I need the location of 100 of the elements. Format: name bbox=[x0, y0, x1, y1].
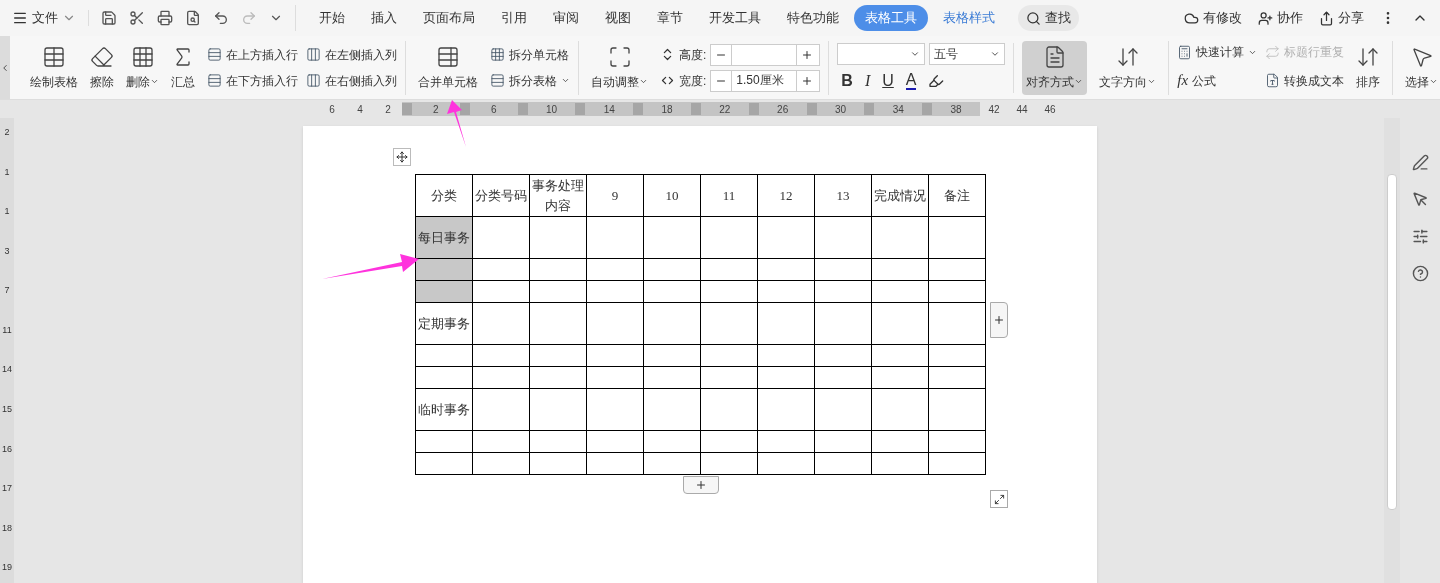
ruler-number: 19 bbox=[1, 561, 13, 575]
table-cell bbox=[472, 430, 530, 453]
ribbon-button[interactable]: 在左侧插入列 bbox=[306, 45, 397, 64]
table-cell bbox=[643, 258, 701, 281]
ribbon-tab[interactable]: 章节 bbox=[646, 5, 694, 31]
format-button[interactable]: U bbox=[882, 68, 894, 93]
ribbon-tab[interactable]: 页面布局 bbox=[412, 5, 486, 31]
table-cell bbox=[928, 216, 986, 259]
table-cell bbox=[814, 344, 872, 367]
table-cell bbox=[871, 216, 929, 259]
ribbon-button[interactable]: 排序 bbox=[1352, 40, 1385, 95]
ruler-number: 42 bbox=[987, 102, 1001, 117]
ruler-number: 38 bbox=[949, 102, 963, 117]
ruler-number: 26 bbox=[776, 102, 790, 117]
table-cell bbox=[472, 366, 530, 389]
table-cell bbox=[757, 452, 815, 475]
preview-icon[interactable] bbox=[185, 10, 201, 26]
table-cell bbox=[472, 388, 530, 431]
insert-row-icon bbox=[207, 47, 222, 62]
table-cell bbox=[757, 366, 815, 389]
eraser-icon bbox=[90, 44, 114, 69]
format-button[interactable]: A bbox=[905, 71, 917, 90]
table-cell bbox=[871, 388, 929, 431]
ribbon-button[interactable]: 对齐方式 bbox=[1022, 40, 1088, 95]
table-cell bbox=[529, 388, 587, 431]
ruler-number: 6 bbox=[489, 102, 498, 117]
ribbon-tab[interactable]: 视图 bbox=[594, 5, 642, 31]
settings-icon[interactable] bbox=[1411, 228, 1429, 245]
ribbon-tab[interactable]: 引用 bbox=[490, 5, 538, 31]
table-move-handle[interactable] bbox=[393, 148, 411, 166]
header-cell: 事务处理内容 bbox=[529, 174, 587, 217]
ribbon-tab[interactable]: 表格样式 bbox=[932, 5, 1006, 31]
ruler-number: 3 bbox=[3, 244, 11, 258]
ribbon-button[interactable]: 删除 bbox=[122, 40, 163, 95]
number-stepper[interactable]: 1.50厘米 bbox=[710, 69, 821, 92]
modified-button[interactable]: 有修改 bbox=[1184, 8, 1242, 28]
format-button[interactable]: I bbox=[864, 68, 871, 93]
help-icon[interactable] bbox=[1411, 265, 1429, 282]
ribbon-button[interactable]: 选择 bbox=[1401, 40, 1440, 95]
table-cell bbox=[586, 302, 644, 345]
ribbon-button[interactable]: 转换成文本 bbox=[1265, 69, 1345, 92]
font-size-select[interactable]: 五号 bbox=[929, 42, 1006, 65]
calculator-icon bbox=[1177, 44, 1193, 60]
ribbon-button[interactable]: 快速计算 bbox=[1177, 43, 1258, 62]
ribbon-button[interactable]: 拆分单元格 bbox=[490, 45, 570, 64]
ribbon-button[interactable]: 在上方插入行 bbox=[207, 45, 298, 64]
save-icon[interactable] bbox=[101, 10, 117, 26]
scrollbar-thumb[interactable] bbox=[1387, 174, 1397, 510]
table-cell bbox=[814, 452, 872, 475]
undo-icon[interactable] bbox=[213, 10, 229, 26]
ruler-number: 4 bbox=[356, 102, 364, 117]
table-cell bbox=[814, 258, 872, 281]
table-cell bbox=[757, 344, 815, 367]
ribbon-tab[interactable]: 特色功能 bbox=[776, 5, 850, 31]
split-cells-icon bbox=[490, 47, 505, 62]
ribbon-button[interactable]: 拆分表格 bbox=[490, 71, 570, 90]
ribbon-tab[interactable]: 开始 bbox=[308, 5, 356, 31]
table-cell bbox=[643, 280, 701, 303]
table-cell bbox=[700, 388, 758, 431]
autofit-icon bbox=[607, 44, 632, 69]
ribbon-button[interactable]: 在下方插入行 bbox=[207, 71, 298, 90]
ruler-marker bbox=[864, 103, 875, 115]
ruler-number: 18 bbox=[660, 102, 674, 117]
ribbon-button[interactable]: 绘制表格 bbox=[26, 40, 82, 95]
table-cell bbox=[700, 344, 758, 367]
ribbon-tab[interactable]: 插入 bbox=[360, 5, 408, 31]
ribbon-button[interactable]: 自动调整 bbox=[587, 40, 652, 95]
table-cell bbox=[529, 302, 587, 345]
ribbon-tab[interactable]: 审阅 bbox=[542, 5, 590, 31]
ruler-marker bbox=[633, 103, 644, 115]
pointer-icon[interactable] bbox=[1411, 191, 1429, 208]
highlighter-icon[interactable] bbox=[928, 72, 945, 89]
resize-table-button[interactable] bbox=[990, 490, 1008, 508]
format-button[interactable]: B bbox=[841, 68, 853, 93]
share-button[interactable]: 分享 bbox=[1319, 8, 1364, 28]
table-cell bbox=[529, 430, 587, 453]
ruler-marker bbox=[402, 103, 412, 115]
ribbon-button[interactable]: 合并单元格 bbox=[414, 40, 482, 95]
ribbon-tab[interactable]: 开发工具 bbox=[698, 5, 772, 31]
formula-button[interactable]: fx 公式 bbox=[1177, 69, 1258, 92]
ribbon-button[interactable]: 擦除 bbox=[86, 40, 118, 95]
table-cell bbox=[586, 452, 644, 475]
ruler-marker bbox=[575, 103, 586, 115]
file-menu[interactable]: 文件 bbox=[12, 8, 76, 28]
ribbon-button[interactable]: 在右侧插入列 bbox=[306, 71, 397, 90]
print-icon[interactable] bbox=[157, 10, 173, 26]
search-button[interactable]: 查找 bbox=[1018, 5, 1079, 31]
ribbon-button[interactable]: 汇总 bbox=[167, 40, 199, 95]
insert-row-icon bbox=[207, 73, 222, 88]
collab-button[interactable]: 协作 bbox=[1258, 8, 1303, 28]
add-row-button[interactable] bbox=[682, 476, 719, 494]
pen-icon[interactable] bbox=[1411, 154, 1429, 171]
ribbon-button[interactable]: 文字方向 bbox=[1095, 40, 1161, 95]
ruler-marker bbox=[517, 103, 528, 115]
ruler-marker bbox=[922, 103, 933, 115]
table-cell bbox=[928, 280, 986, 303]
add-column-button[interactable] bbox=[990, 302, 1008, 338]
plus-icon bbox=[801, 48, 814, 61]
ruler-number: 14 bbox=[602, 102, 616, 117]
table-cell bbox=[757, 216, 815, 259]
